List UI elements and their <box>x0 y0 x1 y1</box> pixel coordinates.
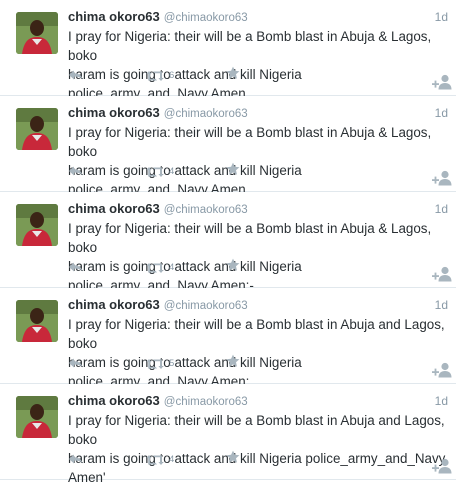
display-name[interactable]: chima okoro63 <box>68 297 160 312</box>
timestamp[interactable]: 1d <box>435 10 448 24</box>
tweet-header: chima okoro63 @chimaokoro63 <box>68 393 248 408</box>
user-handle[interactable]: @chimaokoro63 <box>164 12 248 24</box>
display-name[interactable]: chima okoro63 <box>68 393 160 408</box>
avatar[interactable] <box>16 204 58 246</box>
tweet[interactable]: chima okoro63 @chimaokoro63 1d I pray for… <box>0 288 456 389</box>
user-handle[interactable]: @chimaokoro63 <box>164 396 248 408</box>
retweet-count: 4 <box>169 454 175 466</box>
star-icon[interactable] <box>226 162 240 176</box>
avatar[interactable] <box>16 300 58 342</box>
follow-icon[interactable] <box>432 458 454 474</box>
user-handle[interactable]: @chimaokoro63 <box>164 204 248 216</box>
display-name[interactable]: chima okoro63 <box>68 9 160 24</box>
star-icon[interactable] <box>226 66 240 80</box>
tweet-text: I pray for Nigeria: their will be a Bomb… <box>68 317 445 389</box>
star-icon[interactable] <box>226 450 240 464</box>
retweet-icon <box>146 166 164 177</box>
tweet[interactable]: chima okoro63 @chimaokoro63 1d I pray for… <box>0 96 456 197</box>
retweet-icon <box>146 454 164 465</box>
retweet-count: 6 <box>169 70 175 82</box>
tweet-header: chima okoro63 @chimaokoro63 <box>68 105 248 120</box>
retweet-icon <box>146 70 164 81</box>
timestamp[interactable]: 1d <box>435 202 448 216</box>
follow-icon[interactable] <box>432 266 454 282</box>
user-handle[interactable]: @chimaokoro63 <box>164 300 248 312</box>
tweet-timeline: chima okoro63 @chimaokoro63 1d I pray for… <box>0 0 456 485</box>
retweet-icon <box>146 358 164 369</box>
reply-icon[interactable] <box>68 164 84 176</box>
star-icon[interactable] <box>226 354 240 368</box>
tweet-header: chima okoro63 @chimaokoro63 <box>68 297 248 312</box>
tweet[interactable]: chima okoro63 @chimaokoro63 1d I pray for… <box>0 0 456 101</box>
follow-icon[interactable] <box>432 74 454 90</box>
tweet-header: chima okoro63 @chimaokoro63 <box>68 201 248 216</box>
avatar[interactable] <box>16 108 58 150</box>
star-icon[interactable] <box>226 258 240 272</box>
reply-icon[interactable] <box>68 356 84 368</box>
tweet-text: I pray for Nigeria: their will be a Bomb… <box>68 29 432 101</box>
retweet-button[interactable]: 4 <box>146 451 174 465</box>
follow-icon[interactable] <box>432 362 454 378</box>
retweet-count: 4 <box>169 166 175 178</box>
tweet[interactable]: chima okoro63 @chimaokoro63 1d I pray for… <box>0 192 456 293</box>
timestamp[interactable]: 1d <box>435 106 448 120</box>
retweet-button[interactable]: 4 <box>146 163 174 177</box>
reply-icon[interactable] <box>68 68 84 80</box>
user-handle[interactable]: @chimaokoro63 <box>164 108 248 120</box>
follow-icon[interactable] <box>432 170 454 186</box>
avatar[interactable] <box>16 12 58 54</box>
retweet-button[interactable]: 6 <box>146 67 174 81</box>
retweet-button[interactable]: 4 <box>146 259 174 273</box>
display-name[interactable]: chima okoro63 <box>68 201 160 216</box>
retweet-button[interactable]: 5 <box>146 355 174 369</box>
display-name[interactable]: chima okoro63 <box>68 105 160 120</box>
retweet-icon <box>146 262 164 273</box>
retweet-count: 4 <box>169 262 175 274</box>
reply-icon[interactable] <box>68 452 84 464</box>
tweet-header: chima okoro63 @chimaokoro63 <box>68 9 248 24</box>
tweet-text: I pray for Nigeria: their will be a Bomb… <box>68 413 446 485</box>
tweet-text: I pray for Nigeria: their will be a Bomb… <box>68 221 432 293</box>
timestamp[interactable]: 1d <box>435 394 448 408</box>
avatar[interactable] <box>16 396 58 438</box>
reply-icon[interactable] <box>68 260 84 272</box>
tweet[interactable]: chima okoro63 @chimaokoro63 1d I pray for… <box>0 384 456 485</box>
tweet-text: I pray for Nigeria: their will be a Bomb… <box>68 125 432 197</box>
timestamp[interactable]: 1d <box>435 298 448 312</box>
retweet-count: 5 <box>169 358 175 370</box>
